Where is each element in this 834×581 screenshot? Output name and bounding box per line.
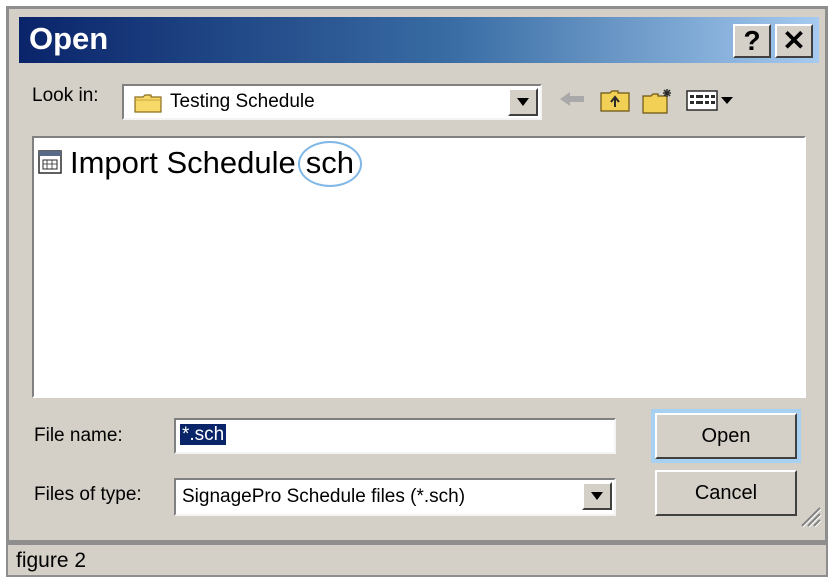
cancel-button[interactable]: Cancel bbox=[655, 470, 797, 516]
help-button[interactable]: ? bbox=[733, 24, 771, 58]
look-in-value: Testing Schedule bbox=[170, 91, 315, 112]
file-list[interactable]: Import Schedule sch bbox=[32, 136, 806, 398]
chevron-down-icon[interactable] bbox=[508, 88, 538, 116]
new-folder-icon[interactable] bbox=[642, 88, 674, 119]
look-in-label: Look in: bbox=[32, 85, 99, 106]
title-bar[interactable]: Open ? ✕ bbox=[19, 17, 819, 63]
file-extension: sch bbox=[297, 141, 362, 187]
folder-icon bbox=[134, 93, 162, 118]
view-menu-icon[interactable] bbox=[686, 88, 736, 117]
files-of-type-value: SignagePro Schedule files (*.sch) bbox=[182, 486, 466, 507]
files-of-type-label: Files of type: bbox=[34, 484, 142, 505]
close-button[interactable]: ✕ bbox=[775, 24, 813, 58]
up-folder-icon[interactable] bbox=[600, 88, 630, 117]
file-base-name: Import Schedule bbox=[70, 145, 296, 180]
chevron-down-icon[interactable] bbox=[582, 482, 612, 510]
resize-grip-icon[interactable] bbox=[796, 502, 822, 533]
files-of-type-dropdown[interactable]: SignagePro Schedule files (*.sch) bbox=[174, 478, 616, 516]
file-name-value: *.sch bbox=[180, 424, 227, 445]
figure-caption: figure 2 bbox=[16, 549, 87, 572]
schedule-file-icon bbox=[38, 149, 62, 179]
file-name-input[interactable]: *.sch bbox=[174, 418, 616, 454]
back-arrow-icon[interactable] bbox=[558, 88, 586, 115]
file-name-label: File name: bbox=[34, 425, 123, 446]
open-button[interactable]: Open bbox=[651, 409, 801, 463]
dialog-title: Open bbox=[29, 21, 109, 56]
list-item[interactable]: Import Schedule sch bbox=[38, 141, 362, 187]
file-name: Import Schedule sch bbox=[70, 141, 362, 187]
look-in-dropdown[interactable]: Testing Schedule bbox=[122, 84, 542, 120]
caption-bar: figure 2 bbox=[6, 543, 828, 577]
